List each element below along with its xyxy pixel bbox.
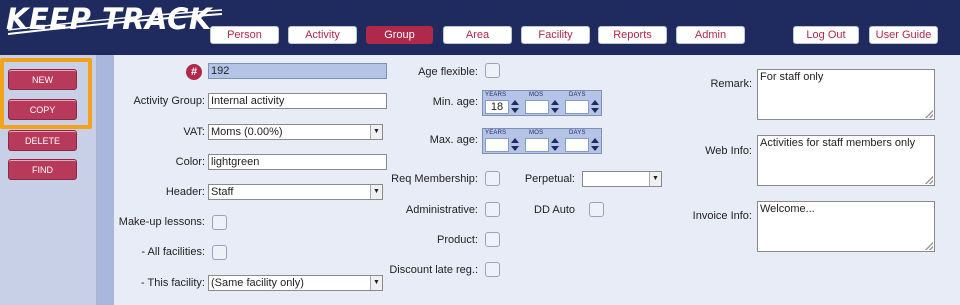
color-field[interactable]: lightgreen [208,154,387,170]
age-flexible-label: Age flexible: [418,66,478,78]
color-label: Color: [175,156,205,168]
find-button[interactable]: FIND [8,159,77,180]
web-info-label: Web Info: [705,145,752,157]
administrative-checkbox[interactable] [485,202,500,217]
days-header: DAYS [569,92,586,98]
years-header: YEARS [485,130,507,136]
min-age-days-field[interactable] [565,100,589,114]
delete-button[interactable]: DELETE [8,130,77,151]
chevron-down-icon: ▼ [370,185,382,199]
remark-label: Remark: [710,78,752,90]
resize-handle-icon[interactable] [925,242,933,250]
vat-value: Moms (0.00%) [211,126,283,138]
administrative-label: Administrative: [405,204,478,216]
this-facility-label: - This facility: [141,277,205,289]
product-checkbox[interactable] [485,232,500,247]
days-spin-icon[interactable] [591,100,600,114]
min-age-spinner[interactable]: YEARS 18 MOS DAYS [482,90,602,116]
chevron-down-icon: ▼ [370,276,382,290]
id-field[interactable]: 192 [208,63,387,79]
vat-select[interactable]: Moms (0.00%) ▼ [208,124,383,140]
perpetual-label: Perpetual: [524,173,575,185]
panel-divider [97,55,114,305]
remark-value: For staff only [760,71,824,83]
invoice-info-label: Invoice Info: [692,210,752,222]
years-header: YEARS [485,92,507,98]
nav-facility[interactable]: Facility [521,26,590,44]
years-spin-icon[interactable] [511,100,520,114]
months-header: MOS [529,130,544,136]
min-age-years-field[interactable]: 18 [485,100,509,114]
max-age-years-field[interactable] [485,138,509,152]
nav-reports[interactable]: Reports [598,26,667,44]
activity-group-field[interactable]: Internal activity [208,93,387,109]
max-age-days-field[interactable] [565,138,589,152]
dd-auto-checkbox[interactable] [589,202,604,217]
web-info-textarea[interactable]: Activities for staff members only [757,135,935,186]
discount-late-reg-checkbox[interactable] [485,262,500,277]
app-logo: KEEP TRACK [6,2,212,36]
top-bar: KEEP TRACK Person Activity Group Area Fa… [0,0,960,55]
remark-textarea[interactable]: For staff only [757,69,935,120]
perpetual-select[interactable]: ▼ [582,171,662,187]
resize-handle-icon[interactable] [925,110,933,118]
vat-label: VAT: [183,126,205,138]
all-facilities-label: - All facilities: [141,246,205,258]
record-number-icon: # [186,64,202,80]
logout-button[interactable]: Log Out [793,26,859,44]
activity-group-label: Activity Group: [133,95,205,107]
max-age-label: Max. age: [429,134,478,146]
nav-area[interactable]: Area [443,26,512,44]
resize-handle-icon[interactable] [925,176,933,184]
product-label: Product: [437,234,478,246]
req-membership-checkbox[interactable] [485,171,500,186]
discount-late-reg-label: Discount late reg.: [389,264,478,276]
header-label: Header: [165,186,205,198]
dd-auto-label: DD Auto [534,204,575,216]
nav-group[interactable]: Group [366,26,433,44]
months-spin-icon[interactable] [551,100,560,114]
new-button[interactable]: NEW [8,69,77,90]
makeup-lessons-label: Make-up lessons: [118,216,205,228]
nav-person[interactable]: Person [210,26,279,44]
months-spin-icon[interactable] [551,138,560,152]
max-age-spinner[interactable]: YEARS MOS DAYS [482,128,602,154]
years-spin-icon[interactable] [511,138,520,152]
invoice-info-value: Welcome... [760,203,815,215]
chevron-down-icon: ▼ [649,172,661,186]
nav-admin[interactable]: Admin [676,26,745,44]
header-value: Staff [211,186,234,198]
days-spin-icon[interactable] [591,138,600,152]
months-header: MOS [529,92,544,98]
makeup-lessons-checkbox[interactable] [212,215,227,230]
age-flexible-checkbox[interactable] [485,63,500,78]
header-select[interactable]: Staff ▼ [208,184,383,200]
days-header: DAYS [569,130,586,136]
user-guide-button[interactable]: User Guide [869,26,938,44]
req-membership-label: Req Membership: [391,173,478,185]
all-facilities-checkbox[interactable] [212,245,227,260]
nav-activity[interactable]: Activity [288,26,357,44]
min-age-months-field[interactable] [525,100,549,114]
invoice-info-textarea[interactable]: Welcome... [757,201,935,252]
web-info-value: Activities for staff members only [760,137,916,149]
max-age-months-field[interactable] [525,138,549,152]
min-age-label: Min. age: [432,96,478,108]
this-facility-select[interactable]: (Same facility only) ▼ [208,275,383,291]
this-facility-value: (Same facility only) [211,277,304,289]
copy-button[interactable]: COPY [8,99,77,120]
